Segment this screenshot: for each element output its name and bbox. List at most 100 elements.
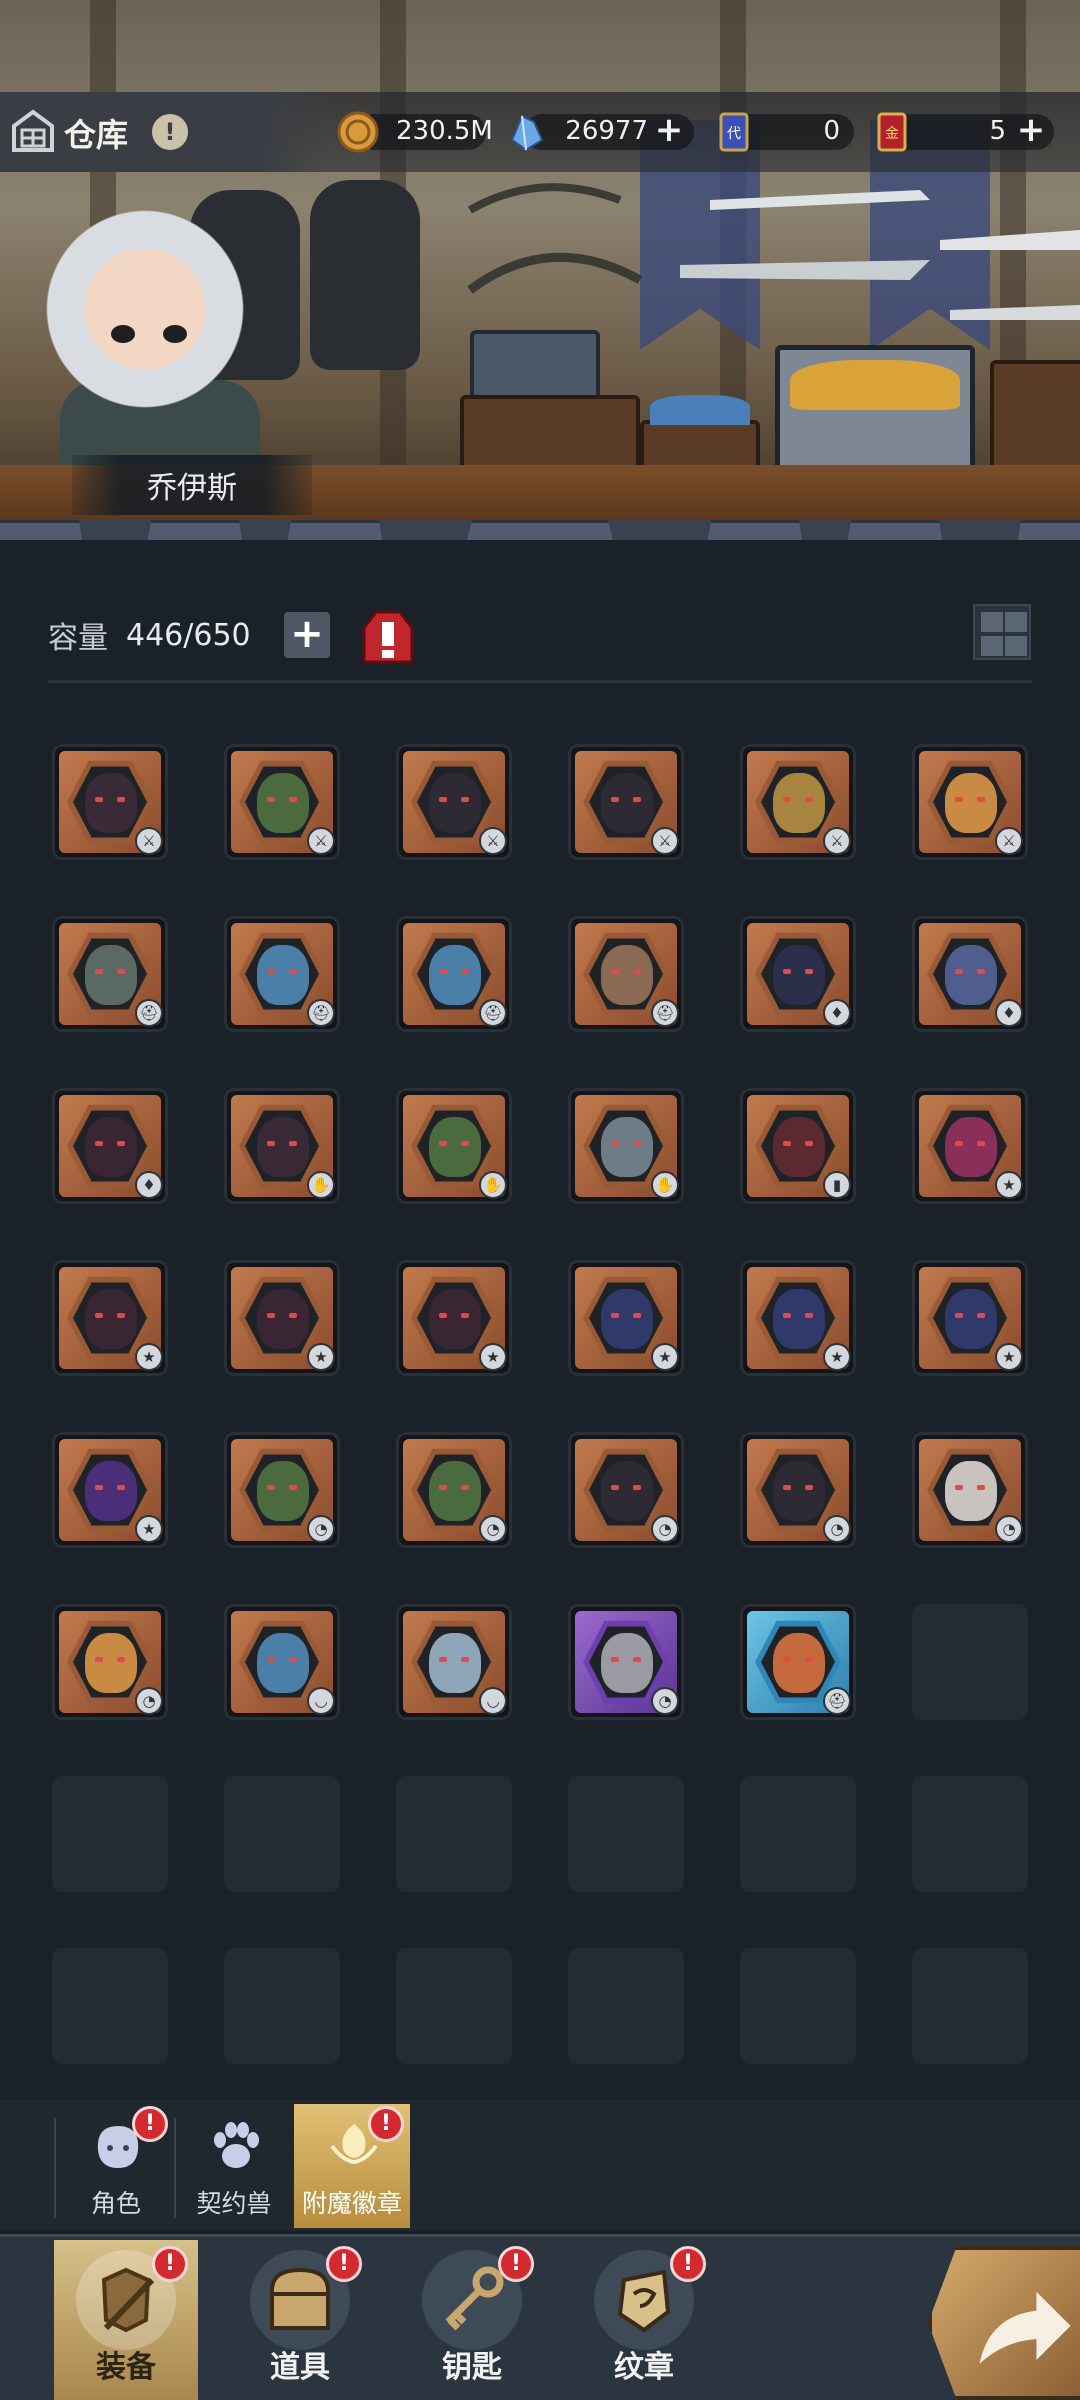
- inventory-item[interactable]: ⚔: [396, 744, 512, 860]
- inventory-item[interactable]: ★: [912, 1260, 1028, 1376]
- inventory-item[interactable]: ✋: [396, 1088, 512, 1204]
- monster-eye: [289, 1485, 297, 1490]
- inventory-item[interactable]: ★: [52, 1432, 168, 1548]
- slot-necklace-icon: ◔: [651, 1687, 679, 1715]
- inventory-item[interactable]: ◔: [52, 1604, 168, 1720]
- add-red-ticket-button[interactable]: +: [1016, 113, 1046, 147]
- monster-eye: [805, 1485, 813, 1490]
- inventory-item[interactable]: ✋: [224, 1088, 340, 1204]
- empty-slot[interactable]: [912, 1948, 1028, 2064]
- inventory-item[interactable]: ⛑: [224, 916, 340, 1032]
- inventory-item[interactable]: ◔: [912, 1432, 1028, 1548]
- crystal-pile: [650, 395, 750, 425]
- inventory-item[interactable]: ◔: [740, 1432, 856, 1548]
- monster-eye: [977, 797, 985, 802]
- empty-slot[interactable]: [52, 1948, 168, 2064]
- add-crystal-button[interactable]: +: [654, 113, 684, 147]
- inventory-item[interactable]: ◔: [224, 1432, 340, 1548]
- inventory-item[interactable]: ★: [912, 1088, 1028, 1204]
- inventory-item[interactable]: ⚔: [568, 744, 684, 860]
- empty-slot[interactable]: [568, 1776, 684, 1892]
- empty-slot[interactable]: [912, 1604, 1028, 1720]
- inventory-item[interactable]: ◔: [568, 1432, 684, 1548]
- inventory-item[interactable]: ★: [740, 1260, 856, 1376]
- character-name-plate[interactable]: 乔伊斯: [72, 455, 312, 515]
- inventory-item[interactable]: ⚔: [912, 744, 1028, 860]
- monster-eye: [633, 1313, 641, 1318]
- blue-ticket-resource: 代 0: [712, 110, 854, 154]
- slot-ring-icon: ★: [135, 1343, 163, 1371]
- inventory-item[interactable]: ★: [568, 1260, 684, 1376]
- monster-eye: [289, 1657, 297, 1662]
- monster-eye: [439, 1313, 447, 1318]
- gold-amount: 230.5M: [396, 116, 493, 146]
- inventory-item[interactable]: ★: [52, 1260, 168, 1376]
- inventory-item[interactable]: ⛑: [568, 916, 684, 1032]
- stone-block: [0, 520, 90, 540]
- monster-eye: [95, 1313, 103, 1318]
- empty-slot[interactable]: [740, 1776, 856, 1892]
- monster-eye: [633, 1141, 641, 1146]
- expand-capacity-button[interactable]: +: [284, 612, 330, 658]
- empty-slot[interactable]: [396, 1948, 512, 2064]
- monster-eye: [783, 969, 791, 974]
- monster-eye: [611, 969, 619, 974]
- warehouse-icon[interactable]: [10, 108, 56, 154]
- empty-slot[interactable]: [224, 1776, 340, 1892]
- monster-eye: [117, 969, 125, 974]
- item-monster-art: [257, 1633, 309, 1693]
- empty-slot[interactable]: [396, 1776, 512, 1892]
- monster-eye: [289, 1141, 297, 1146]
- inventory-item[interactable]: ♦: [52, 1088, 168, 1204]
- inventory-item[interactable]: ◡: [224, 1604, 340, 1720]
- empty-slot[interactable]: [740, 1948, 856, 2064]
- inventory-item[interactable]: ⚔: [224, 744, 340, 860]
- slot-ring-icon: ★: [307, 1343, 335, 1371]
- inventory-item[interactable]: ⚔: [52, 744, 168, 860]
- item-monster-art: [257, 945, 309, 1005]
- slot-helmet-icon: ⛑: [651, 999, 679, 1027]
- empty-slot[interactable]: [568, 1948, 684, 2064]
- inventory-item[interactable]: ✋: [568, 1088, 684, 1204]
- monster-eye: [267, 1485, 275, 1490]
- auto-sort-icon[interactable]: [356, 606, 420, 668]
- empty-slot[interactable]: [912, 1776, 1028, 1892]
- inventory-item[interactable]: ⛑: [52, 916, 168, 1032]
- inventory-item[interactable]: ★: [396, 1260, 512, 1376]
- inventory-item[interactable]: ★: [224, 1260, 340, 1376]
- inventory-item[interactable]: ⚔: [740, 744, 856, 860]
- slot-necklace-icon: ◔: [135, 1687, 163, 1715]
- stone-block: [140, 520, 250, 540]
- inventory-item[interactable]: ◔: [396, 1432, 512, 1548]
- monster-eye: [461, 1141, 469, 1146]
- gold-resource: 230.5M: [336, 110, 493, 154]
- forward-button[interactable]: [928, 2246, 1080, 2400]
- item-monster-art: [773, 1289, 825, 1349]
- stone-block: [280, 520, 390, 540]
- inventory-item[interactable]: ⛑: [396, 916, 512, 1032]
- slot-necklace-icon: ◔: [651, 1515, 679, 1543]
- capacity-row: 容量 446/650 +: [48, 610, 414, 664]
- monster-eye: [633, 797, 641, 802]
- monster-eye: [783, 1657, 791, 1662]
- empty-slot[interactable]: [224, 1948, 340, 2064]
- item-monster-art: [945, 945, 997, 1005]
- inventory-item[interactable]: ♦: [912, 916, 1028, 1032]
- slot-helmet-icon: ⛑: [479, 999, 507, 1027]
- empty-slot[interactable]: [52, 1776, 168, 1892]
- subtab-pet[interactable]: 契约兽: [176, 2104, 292, 2228]
- inventory-item[interactable]: ♦: [740, 916, 856, 1032]
- inventory-item[interactable]: ⛑: [740, 1604, 856, 1720]
- inventory-item[interactable]: ▮: [740, 1088, 856, 1204]
- monster-eye: [633, 1657, 641, 1662]
- item-monster-art: [429, 945, 481, 1005]
- item-monster-art: [773, 945, 825, 1005]
- grid-view-toggle[interactable]: [973, 604, 1031, 660]
- slot-ring-icon: ★: [479, 1343, 507, 1371]
- slot-glove-icon: ✋: [479, 1171, 507, 1199]
- inventory-item[interactable]: ◔: [568, 1604, 684, 1720]
- info-icon[interactable]: !: [152, 114, 188, 150]
- monster-eye: [267, 1141, 275, 1146]
- inventory-item[interactable]: ◡: [396, 1604, 512, 1720]
- monster-eye: [461, 1485, 469, 1490]
